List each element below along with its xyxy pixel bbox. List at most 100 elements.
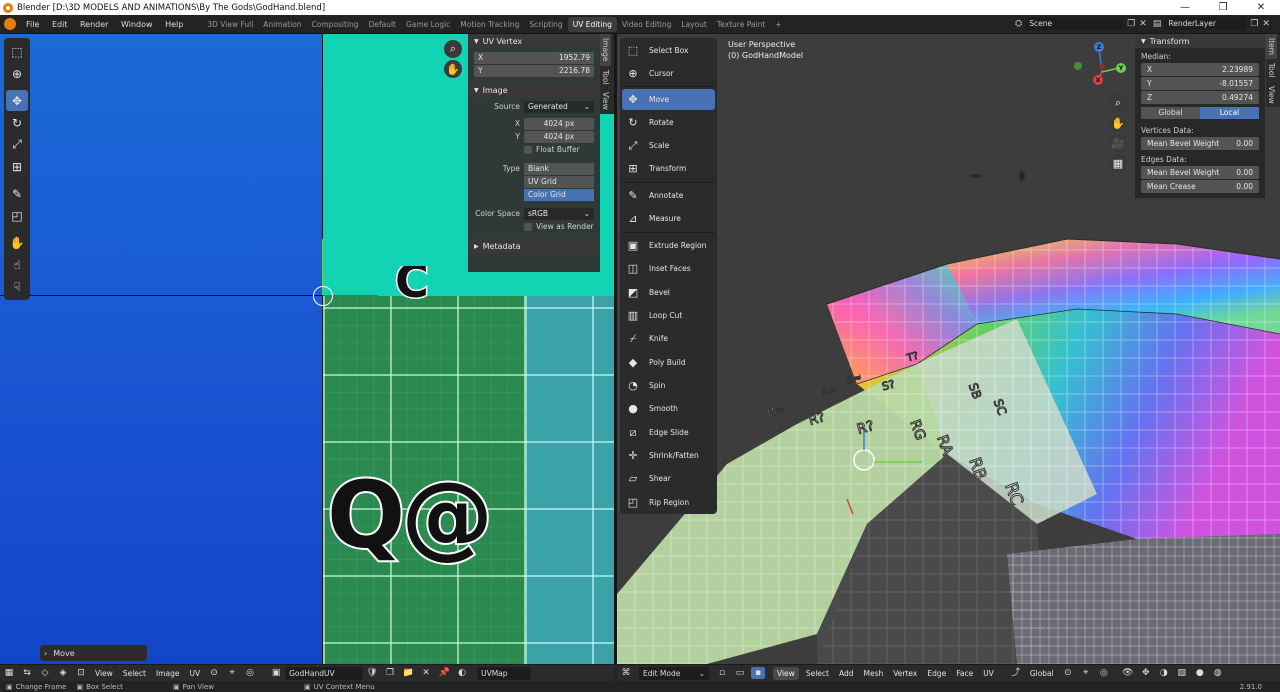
face-select-icon[interactable]: ▪ [751, 667, 765, 679]
tool-knife[interactable]: ⌿ Knife [622, 328, 715, 349]
sidebar-tab-image[interactable]: Image [600, 34, 611, 66]
viewport-camera-icon[interactable]: 🎥 [1109, 134, 1127, 152]
visibility-icon[interactable]: 👁 [1121, 667, 1135, 679]
viewport-menu-mesh[interactable]: Mesh [858, 669, 888, 678]
edge-select-icon[interactable]: ▭ [733, 667, 747, 679]
image-panel-header[interactable]: ▼ Image [468, 83, 600, 97]
maximize-button[interactable]: ❐ [1204, 0, 1242, 15]
uv-select-tool-icon[interactable]: ⬚ [6, 41, 28, 62]
sidebar-tab-view-3d[interactable]: View [1266, 82, 1277, 108]
uv-vertex-panel-header[interactable]: ▼ UV Vertex [468, 34, 600, 48]
vertex-select-icon[interactable]: ▫ [715, 667, 729, 679]
new-image-icon[interactable]: ❐ [383, 667, 397, 679]
tool-shrink-fatten[interactable]: ✛ Shrink/Fatten [622, 445, 715, 466]
pin-icon[interactable]: 📌 [437, 667, 451, 679]
unlink-image-icon[interactable]: ✕ [419, 667, 433, 679]
tool-spin[interactable]: ◔ Spin [622, 375, 715, 396]
tool-rip-region[interactable]: ◰ Rip Region [622, 492, 715, 513]
viewport-snap-icon[interactable]: ⌖ [1079, 667, 1093, 679]
edge-bevel-weight-field[interactable]: Mean Bevel Weight 0.00 [1141, 166, 1259, 179]
uv-move-tool-icon[interactable]: ✥ [6, 90, 28, 111]
viewport-menu-select[interactable]: Select [801, 669, 834, 678]
uv-sync-icon[interactable]: ⇆ [20, 667, 34, 679]
tool-smooth[interactable]: ● Smooth [622, 398, 715, 419]
tab-motion-tracking[interactable]: Motion Tracking [455, 17, 524, 32]
gizmo-z-icon[interactable]: Z [1094, 42, 1104, 52]
gizmo-neg-x-icon[interactable] [1099, 64, 1105, 70]
uv-rip-tool-icon[interactable]: ◰ [6, 205, 28, 226]
image-height-field[interactable]: 4024 px [524, 130, 594, 143]
orientation-icon[interactable]: ⤴ [1009, 667, 1023, 679]
uv-map-field[interactable]: UVMap [477, 666, 532, 680]
tool-measure[interactable]: ⊿ Measure [622, 208, 715, 229]
uv-relax-tool-icon[interactable]: ☝ [6, 254, 28, 275]
viewport-menu-uv[interactable]: UV [978, 669, 999, 678]
viewport-menu-add[interactable]: Add [834, 669, 859, 678]
scene-field[interactable]: Scene [1025, 17, 1124, 30]
type-uv-grid-option[interactable]: UV Grid [524, 175, 594, 188]
tool-annotate[interactable]: ✎ Annotate [622, 185, 715, 206]
viewport-menu-view[interactable]: View [773, 666, 799, 680]
metadata-panel-header[interactable]: ▶ Metadata [468, 239, 600, 253]
transform-panel-header[interactable]: ▼ Transform [1135, 34, 1265, 48]
uv-vertex-x-field[interactable]: X 1952.79 [474, 51, 594, 64]
uv-island-mode-icon[interactable]: ◈ [56, 667, 70, 679]
uv-annotate-tool-icon[interactable]: ✎ [6, 183, 28, 204]
image-source-dropdown[interactable]: Generated ⌄ [524, 100, 594, 113]
uv-transform-tool-icon[interactable]: ⊞ [6, 156, 28, 177]
shading-solid-icon[interactable]: ● [1193, 667, 1207, 679]
tab-game-logic[interactable]: Game Logic [401, 17, 455, 32]
tool-edge-slide[interactable]: ⧄ Edge Slide [622, 422, 715, 443]
menu-render[interactable]: Render [75, 20, 113, 29]
gizmo-y-icon[interactable]: Y [1116, 63, 1126, 73]
overlay-icon[interactable]: ◐ [455, 667, 469, 679]
tool-rotate[interactable]: ↻ Rotate [622, 112, 715, 133]
menu-window[interactable]: Window [116, 20, 158, 29]
gizmo-toggle-icon[interactable]: ✥ [1139, 667, 1153, 679]
float-buffer-checkbox[interactable]: Float Buffer [524, 145, 580, 154]
open-image-icon[interactable]: 📁 [401, 667, 415, 679]
image-browse-icon[interactable]: ▣ [269, 667, 283, 679]
menu-help[interactable]: Help [160, 20, 188, 29]
tab-scripting[interactable]: Scripting [524, 17, 567, 32]
tab-video-editing[interactable]: Video Editing [617, 17, 677, 32]
type-color-grid-option[interactable]: Color Grid [524, 188, 594, 201]
navigation-gizmo[interactable]: Z Y X [1072, 42, 1132, 102]
median-x-field[interactable]: X 2.23989 [1141, 63, 1259, 76]
blender-menu-icon[interactable] [4, 18, 16, 30]
close-button[interactable]: ✕ [1242, 0, 1280, 15]
viewport-menu-vertex[interactable]: Vertex [888, 669, 922, 678]
tab-compositing[interactable]: Compositing [307, 17, 364, 32]
median-y-field[interactable]: Y -8.01557 [1141, 77, 1259, 90]
minimize-button[interactable]: — [1166, 0, 1204, 15]
mean-crease-field[interactable]: Mean Crease 0.00 [1141, 180, 1259, 193]
uv-scale-tool-icon[interactable]: ⤢ [6, 134, 28, 155]
uv-menu-select[interactable]: Select [118, 669, 151, 678]
view-as-render-checkbox[interactable]: View as Render [524, 222, 594, 231]
menu-file[interactable]: File [21, 20, 44, 29]
color-space-dropdown[interactable]: sRGB ⌄ [524, 207, 594, 220]
xray-icon[interactable]: ▧ [1175, 667, 1189, 679]
tab-3d-view-full[interactable]: 3D View Full [202, 17, 258, 32]
uv-zoom-icon[interactable]: ⌕ [444, 40, 462, 58]
pivot-point-icon[interactable]: ⊙ [1061, 667, 1075, 679]
uv-grab-tool-icon[interactable]: ✋ [6, 232, 28, 253]
overlays-icon[interactable]: ◑ [1157, 667, 1171, 679]
viewport-menu-edge[interactable]: Edge [922, 669, 951, 678]
uv-editor[interactable]: C Q@ ⬚ ⊕ ✥ ↻ ⤢ ⊞ ✎ ◰ ✋ ☝ ☟ ⌕ ✋ ▼ UV Verte… [0, 34, 614, 664]
tool-cursor[interactable]: ⊕ Cursor [622, 63, 715, 84]
tool-shear[interactable]: ▱ Shear [622, 468, 715, 489]
tool-move[interactable]: ✥ Move [622, 89, 715, 110]
fake-user-icon[interactable]: 🛡 [365, 667, 379, 679]
tab-default[interactable]: Default [364, 17, 401, 32]
image-width-field[interactable]: 4024 px [524, 117, 594, 130]
uv-menu-image[interactable]: Image [151, 669, 185, 678]
tab-layout[interactable]: Layout [676, 17, 712, 32]
uv-pinch-tool-icon[interactable]: ☟ [6, 276, 28, 297]
uv-vertex-y-field[interactable]: Y 2216.78 [474, 64, 594, 77]
viewport-zoom-icon[interactable]: ⌕ [1109, 94, 1127, 112]
sidebar-tab-tool[interactable]: Tool [600, 66, 611, 89]
tool-poly-build[interactable]: ◆ Poly Build [622, 352, 715, 373]
vertex-bevel-weight-field[interactable]: Mean Bevel Weight 0.00 [1141, 137, 1259, 150]
mode-dropdown[interactable]: Edit Mode ⌄ [639, 666, 709, 680]
